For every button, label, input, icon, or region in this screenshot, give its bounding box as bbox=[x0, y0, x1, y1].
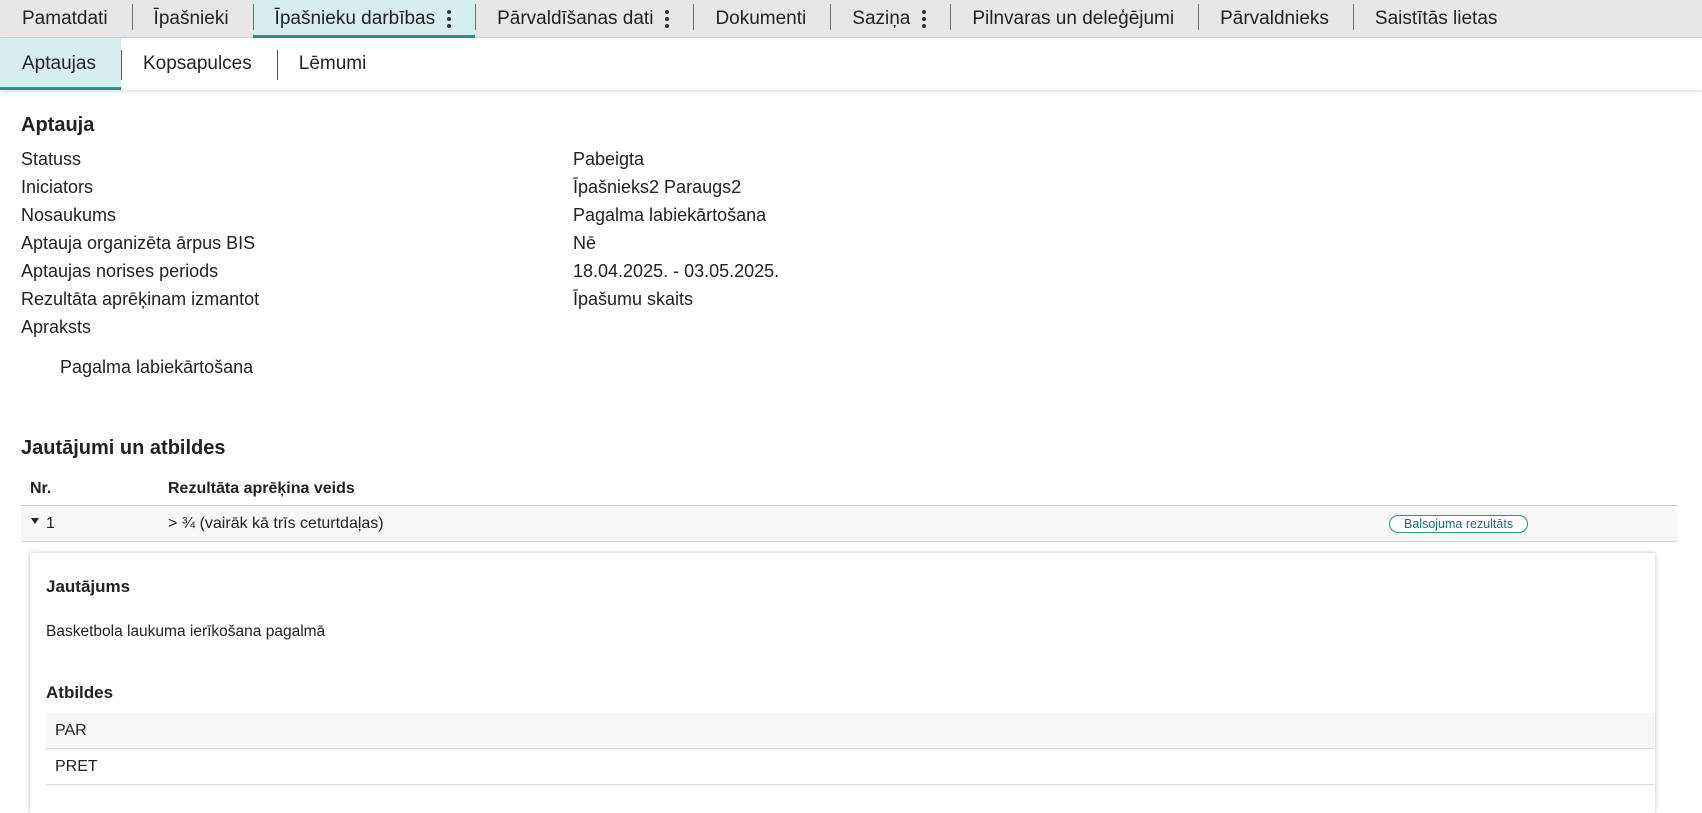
table-header: Nr. Rezultāta aprēķina veids bbox=[21, 476, 1677, 506]
tab-label: Aptaujas bbox=[22, 53, 96, 74]
tab-label: Īpašnieki bbox=[153, 7, 229, 29]
answer-item: PRET bbox=[46, 749, 1654, 785]
tab-label: Saziņa bbox=[852, 7, 911, 29]
field-label-period: Aptaujas norises periods bbox=[21, 261, 219, 281]
field-value-outside-bis: Nē bbox=[573, 233, 597, 253]
column-header-nr[interactable]: Nr. bbox=[30, 480, 51, 498]
field-value-period: 18.04.2025. - 03.05.2025. bbox=[573, 261, 780, 281]
tab-label: Īpašnieku darbības bbox=[274, 7, 436, 29]
tab-label: Pārvaldnieks bbox=[1220, 7, 1329, 29]
field-value-calc-basis: Īpašumu skaits bbox=[573, 289, 694, 309]
row-nr: 1 bbox=[46, 515, 55, 532]
tab-label: Lēmumi bbox=[298, 53, 367, 74]
tab-pilnvaras[interactable]: Pilnvaras un deleģējumi bbox=[950, 0, 1198, 37]
tab-dokumenti[interactable]: Dokumenti bbox=[693, 0, 830, 37]
tab-label: Saistītās lietas bbox=[1374, 7, 1498, 29]
tab-label: Pilnvaras un deleģējumi bbox=[972, 7, 1175, 29]
field-label-outside-bis: Aptauja organizēta ārpus BIS bbox=[21, 233, 256, 253]
field-label-name: Nosaukums bbox=[21, 205, 117, 225]
tab-label: Dokumenti bbox=[715, 7, 807, 29]
tab-aptaujas[interactable]: Aptaujas bbox=[0, 38, 121, 90]
field-value-status: Pabeigta bbox=[573, 149, 645, 169]
table-row[interactable]: 1 > ¾ (vairāk kā trīs ceturtdaļas) Balso… bbox=[21, 506, 1677, 542]
tab-parvaldisanas-dati[interactable]: Pārvaldīšanas dati bbox=[475, 0, 693, 37]
section-title-survey: Aptauja bbox=[21, 114, 95, 136]
sub-tab-bar: Aptaujas Kopsapulces Lēmumi bbox=[0, 38, 1702, 90]
description-text: Pagalma labiekārtošana bbox=[60, 357, 254, 377]
question-title: Jautājums bbox=[46, 577, 131, 596]
question-detail-card: Jautājums Basketbola laukuma ierīkošana … bbox=[30, 553, 1655, 813]
tab-lemumi[interactable]: Lēmumi bbox=[276, 38, 392, 90]
tab-parvaldnieks[interactable]: Pārvaldnieks bbox=[1198, 0, 1353, 37]
field-label-description: Apraksts bbox=[21, 317, 92, 337]
tab-label: Pārvaldīšanas dati bbox=[497, 7, 654, 29]
question-text: Basketbola laukuma ierīkošana pagalmā bbox=[46, 623, 326, 640]
field-label-status: Statuss bbox=[21, 149, 82, 169]
section-title-qa: Jautājumi un atbildes bbox=[21, 437, 226, 459]
more-vertical-icon[interactable] bbox=[665, 9, 670, 28]
more-vertical-icon[interactable] bbox=[922, 9, 927, 28]
field-value-initiator: Īpašnieks2 Paraugs2 bbox=[573, 177, 742, 197]
field-value-name: Pagalma labiekārtošana bbox=[573, 205, 767, 225]
field-label-calc-basis: Rezultāta aprēķinam izmantot bbox=[21, 289, 260, 309]
tab-kopsapulces[interactable]: Kopsapulces bbox=[120, 38, 277, 90]
field-label-initiator: Iniciators bbox=[21, 177, 94, 197]
vote-result-badge[interactable]: Balsojuma rezultāts bbox=[1389, 515, 1529, 533]
tab-label: Pamatdati bbox=[22, 7, 108, 29]
row-calc-type: > ¾ (vairāk kā trīs ceturtdaļas) bbox=[168, 515, 384, 532]
tab-saistitas-lietas[interactable]: Saistītās lietas bbox=[1352, 0, 1522, 37]
tab-label: Kopsapulces bbox=[142, 53, 252, 74]
tab-ipasnieki[interactable]: Īpašnieki bbox=[131, 0, 253, 37]
column-header-calc-type[interactable]: Rezultāta aprēķina veids bbox=[168, 480, 355, 498]
tab-pamatdati[interactable]: Pamatdati bbox=[0, 0, 132, 37]
tab-sazina[interactable]: Saziņa bbox=[830, 0, 950, 37]
top-tab-bar: Pamatdati Īpašnieki Īpašnieku darbības P… bbox=[0, 0, 1702, 38]
caret-down-icon[interactable] bbox=[31, 518, 39, 524]
more-vertical-icon[interactable] bbox=[447, 9, 452, 28]
tab-ipasnieku-darbibas[interactable]: Īpašnieku darbības bbox=[252, 0, 476, 38]
answers-title: Atbildes bbox=[46, 683, 114, 702]
answer-item: PAR bbox=[46, 713, 1654, 749]
